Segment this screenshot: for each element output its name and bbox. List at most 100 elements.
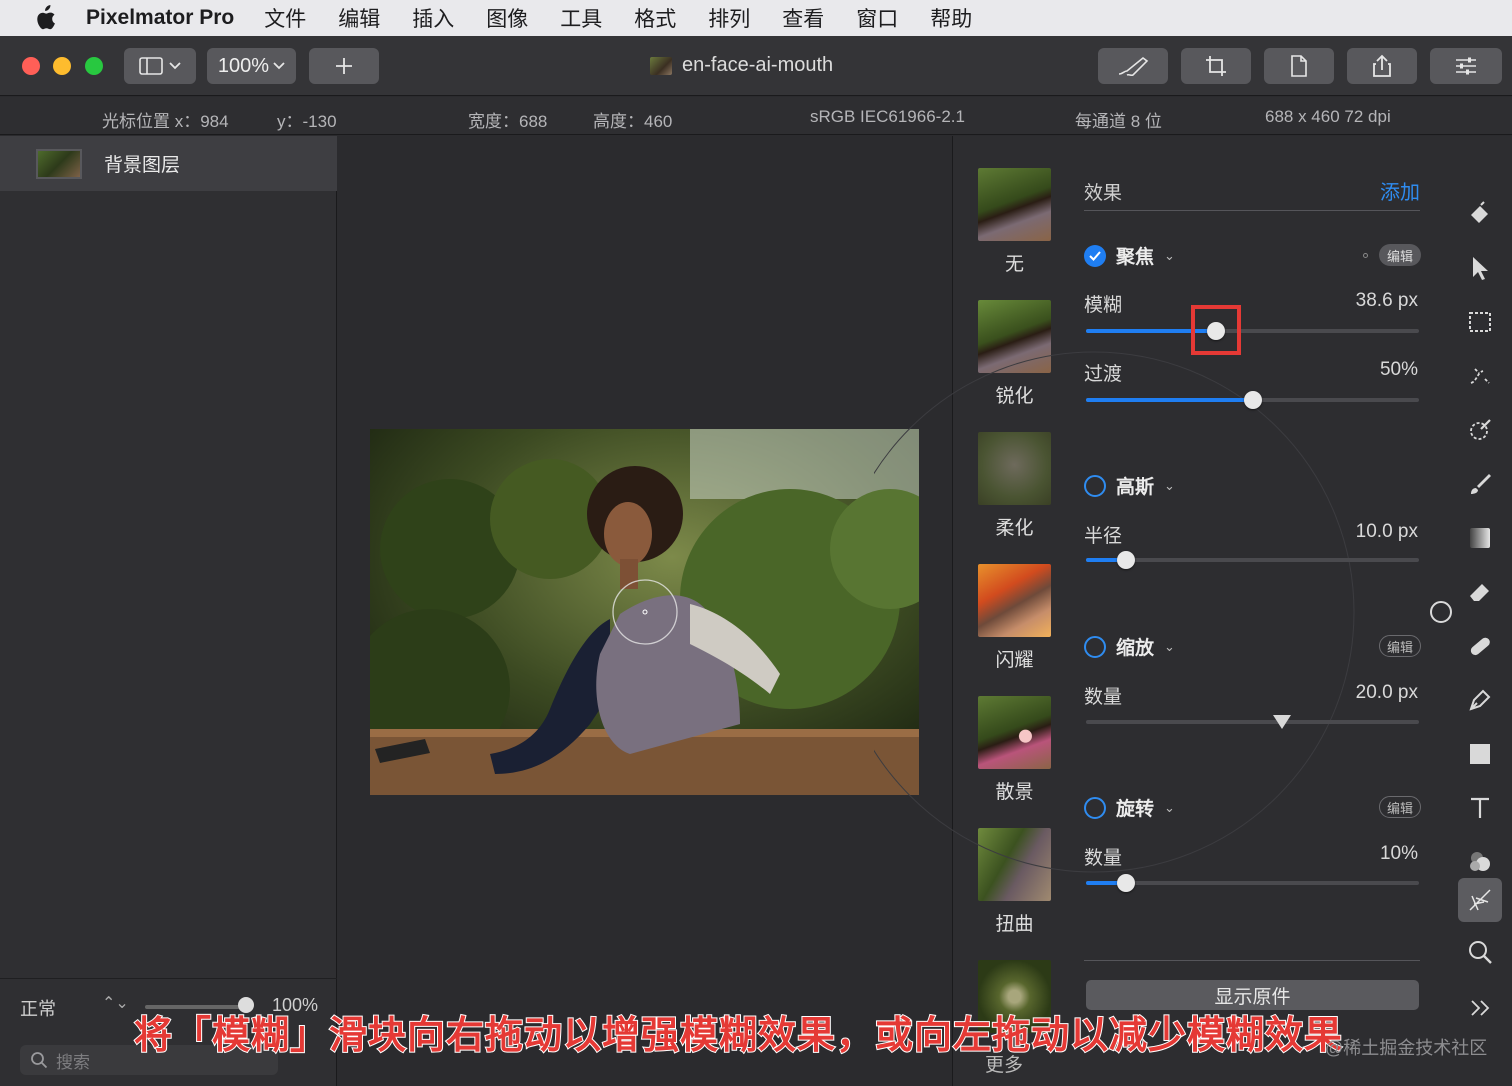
format-button[interactable] bbox=[1264, 48, 1334, 84]
add-effect-button[interactable]: 添加 bbox=[1380, 176, 1420, 205]
unchecked-circle-icon[interactable] bbox=[1084, 796, 1106, 819]
sliders-icon bbox=[1456, 57, 1476, 75]
gradient-icon bbox=[1470, 528, 1490, 548]
rectangle-select-icon bbox=[1469, 312, 1491, 332]
menu-view[interactable]: 查看 bbox=[782, 3, 824, 33]
layer-thumbnail bbox=[36, 148, 82, 179]
close-window-button[interactable] bbox=[22, 57, 40, 75]
menu-edit[interactable]: 编辑 bbox=[338, 3, 380, 33]
arrow-pointer-icon bbox=[1473, 257, 1488, 280]
divider bbox=[1084, 960, 1420, 961]
document-image[interactable] bbox=[370, 429, 919, 795]
menu-insert[interactable]: 插入 bbox=[412, 3, 454, 33]
selection-tool[interactable] bbox=[1458, 300, 1502, 344]
blur-slider[interactable] bbox=[1086, 322, 1419, 340]
search-icon bbox=[31, 1052, 48, 1069]
zoom-window-button[interactable] bbox=[85, 57, 103, 75]
spin-edit-button[interactable]: 编辑 bbox=[1379, 796, 1421, 818]
paint-bucket-icon bbox=[1471, 201, 1488, 223]
zoom-amount-slider[interactable] bbox=[1086, 715, 1419, 729]
sidebar-icon bbox=[139, 57, 163, 75]
color-circles-icon bbox=[1470, 852, 1490, 871]
spin-effect-name: 旋转 bbox=[1116, 799, 1155, 820]
menu-tools[interactable]: 工具 bbox=[560, 3, 602, 33]
retouch-tool[interactable] bbox=[1458, 624, 1502, 668]
chevron-down-icon bbox=[169, 62, 181, 70]
decorative-arc bbox=[874, 351, 1355, 873]
spin-amount-slider[interactable] bbox=[1086, 874, 1419, 892]
shape-tool[interactable] bbox=[1458, 732, 1502, 776]
updown-chevron-icon[interactable]: ⌃⌄ bbox=[102, 993, 129, 1013]
zoom-value: 100% bbox=[217, 54, 270, 77]
menu-window[interactable]: 窗口 bbox=[856, 3, 898, 33]
radius-value[interactable]: 10.0 px bbox=[1356, 521, 1418, 543]
transition-slider[interactable] bbox=[1086, 391, 1419, 409]
gaussian-effect-title[interactable]: 高斯 ⌄ bbox=[1084, 472, 1175, 499]
document-name: en-face-ai-mouth bbox=[682, 54, 834, 76]
menu-help[interactable]: 帮助 bbox=[930, 3, 972, 33]
radius-slider[interactable] bbox=[1086, 551, 1419, 569]
zoom-amount-slider-knob[interactable] bbox=[1273, 715, 1292, 729]
pen-tool[interactable] bbox=[1458, 678, 1502, 722]
type-tool[interactable] bbox=[1458, 786, 1502, 830]
quick-selection-tool[interactable] bbox=[1458, 354, 1502, 398]
selection-brush-tool[interactable] bbox=[1458, 408, 1502, 452]
checkmark-icon[interactable] bbox=[1084, 244, 1106, 267]
zoom-amount-value[interactable]: 20.0 px bbox=[1356, 682, 1418, 704]
menu-format[interactable]: 格式 bbox=[634, 3, 676, 33]
blur-value[interactable]: 38.6 px bbox=[1356, 290, 1418, 312]
minimize-window-button[interactable] bbox=[53, 57, 71, 75]
paint-tool[interactable] bbox=[1458, 462, 1502, 506]
transition-value[interactable]: 50% bbox=[1380, 359, 1418, 381]
add-button[interactable] bbox=[309, 48, 379, 84]
blur-label: 模糊 bbox=[1084, 295, 1123, 316]
share-button[interactable] bbox=[1347, 48, 1417, 84]
layer-row[interactable]: 背景图层 bbox=[0, 136, 337, 191]
zoom-dropdown[interactable]: 100% bbox=[207, 48, 296, 84]
zoom-tool[interactable] bbox=[1458, 930, 1502, 974]
color-profile: sRGB IEC61966-2.1 bbox=[810, 107, 965, 126]
spin-amount-slider-knob[interactable] bbox=[1116, 874, 1135, 892]
dot-icon bbox=[1363, 253, 1368, 258]
adjustments-button[interactable] bbox=[1430, 48, 1502, 84]
tutorial-caption: 将「模糊」滑块向右拖动以增强模糊效果，或向左拖动以减少模糊效果 bbox=[133, 1014, 1344, 1058]
blend-mode-select[interactable]: 正常 bbox=[20, 995, 56, 1021]
transition-slider-fill bbox=[1086, 398, 1253, 402]
spin-effect-title[interactable]: 旋转 ⌄ bbox=[1084, 794, 1175, 821]
menubar: Pixelmator Pro 文件 编辑 插入 图像 工具 格式 排列 查看 窗… bbox=[0, 0, 1512, 36]
transition-slider-knob[interactable] bbox=[1243, 391, 1262, 409]
effects-tool[interactable] bbox=[1458, 878, 1502, 922]
gaussian-effect-name: 高斯 bbox=[1116, 477, 1155, 498]
chevron-down-icon[interactable]: ⌄ bbox=[1164, 639, 1175, 655]
spin-amount-value[interactable]: 10% bbox=[1380, 843, 1418, 865]
more-tools-button[interactable] bbox=[1458, 986, 1502, 1030]
gradient-tool[interactable] bbox=[1458, 516, 1502, 560]
erase-tool[interactable] bbox=[1458, 570, 1502, 614]
focus-edit-button[interactable]: 编辑 bbox=[1379, 244, 1421, 266]
menu-arrange[interactable]: 排列 bbox=[708, 3, 750, 33]
unchecked-circle-icon[interactable] bbox=[1084, 474, 1106, 497]
focus-effect-title[interactable]: 聚焦 ⌄ bbox=[1084, 242, 1175, 269]
arc-handle[interactable] bbox=[1430, 601, 1452, 623]
menu-app-name[interactable]: Pixelmator Pro bbox=[86, 6, 234, 30]
info-bar: 光标位置 x：984 y：-130 宽度：688 高度：460 sRGB IEC… bbox=[0, 97, 1512, 135]
sidebar-toggle-button[interactable] bbox=[124, 48, 196, 84]
paint-tool-button[interactable] bbox=[1098, 48, 1168, 84]
crop-button[interactable] bbox=[1181, 48, 1251, 84]
style-tool[interactable] bbox=[1458, 192, 1502, 236]
pen-nib-icon bbox=[1469, 689, 1491, 711]
effect-settings-panel: 效果 添加 聚焦 ⌄ 编辑 模糊 38.6 px 过渡 50% 高斯 ⌄ 半径 … bbox=[874, 136, 1440, 1086]
focus-effect-name: 聚焦 bbox=[1116, 247, 1155, 268]
zoom-effect-title[interactable]: 缩放 ⌄ bbox=[1084, 633, 1175, 660]
menu-file[interactable]: 文件 bbox=[264, 3, 306, 33]
chevron-down-icon[interactable]: ⌄ bbox=[1164, 478, 1175, 494]
radius-slider-knob[interactable] bbox=[1116, 551, 1135, 569]
unchecked-circle-icon[interactable] bbox=[1084, 635, 1106, 658]
zoom-edit-button[interactable]: 编辑 bbox=[1379, 635, 1421, 657]
chevron-down-icon[interactable]: ⌄ bbox=[1164, 800, 1175, 816]
chevron-down-icon[interactable]: ⌄ bbox=[1164, 248, 1175, 264]
apple-icon[interactable] bbox=[30, 5, 60, 31]
menu-image[interactable]: 图像 bbox=[486, 3, 528, 33]
arrange-tool[interactable] bbox=[1458, 246, 1502, 290]
size-dpi: 688 x 460 72 dpi bbox=[1265, 107, 1391, 126]
